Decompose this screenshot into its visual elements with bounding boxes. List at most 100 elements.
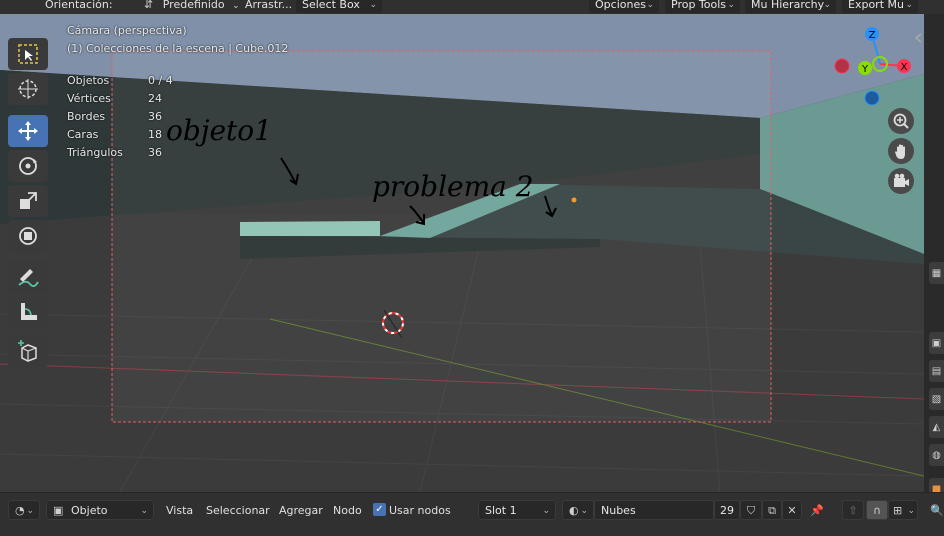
shield-icon: ⛉	[746, 504, 756, 517]
header-bar: Orientación: ⇵ Predefinido ⌄ Arrastr... …	[0, 0, 944, 14]
move-tool[interactable]	[8, 115, 48, 147]
menu-vista[interactable]: Vista	[166, 501, 193, 521]
scale-tool[interactable]	[8, 185, 48, 217]
arrow-up-icon: ⇧	[848, 504, 858, 517]
select-box-tool[interactable]	[8, 38, 48, 70]
stat-value: 24	[148, 92, 162, 105]
bottom-header: ◔ ⌄ ▣ Objeto ⌄ Vista Seleccionar Agregar…	[0, 492, 944, 536]
properties-tab-tool[interactable]: ▦	[929, 262, 944, 284]
pencil-icon	[18, 269, 39, 287]
render-icon: ▣	[931, 337, 942, 349]
properties-tab-scene[interactable]: ◭	[929, 416, 944, 438]
orientation-icon: ⇵	[144, 0, 154, 11]
properties-tab-world[interactable]: ◍	[929, 444, 944, 466]
stat-label: Bordes	[67, 110, 106, 123]
camera-view-button[interactable]	[888, 168, 914, 194]
snap-toggle[interactable]: ∩	[866, 500, 888, 520]
ruler-icon	[21, 303, 37, 320]
use-nodes-checkbox[interactable]: ✓	[373, 503, 386, 516]
slot-value: Slot 1	[485, 504, 517, 517]
mode-dropdown[interactable]: ▣ Objeto ⌄	[46, 500, 154, 520]
snap-mode-dropdown[interactable]: ⊞ ⌄	[888, 500, 918, 520]
3d-viewport[interactable]: objeto1 problema 2 Cámara (perspectiva) …	[0, 14, 924, 492]
orientation-label: Orientación:	[45, 0, 113, 11]
drag-label: Arrastr...	[245, 0, 293, 11]
stat-row: Triángulos 36	[67, 144, 173, 162]
zoom-tool-icon[interactable]: 🔍	[930, 501, 944, 521]
object-origin	[571, 197, 577, 203]
material-users-count[interactable]: 29	[714, 500, 740, 520]
chevron-down-icon: ⌄	[646, 0, 654, 10]
material-browse-button[interactable]: ◐ ⌄	[562, 500, 594, 520]
stat-label: Triángulos	[67, 146, 123, 159]
measure-tool[interactable]	[8, 296, 48, 328]
world-icon: ◍	[932, 449, 941, 461]
chevron-down-icon: ⌄	[369, 0, 377, 10]
unlink-material-button[interactable]: ✕	[782, 500, 802, 520]
chevron-down-icon: ⌄	[823, 0, 831, 10]
menu-export-mu-label: Export Mu	[848, 0, 904, 11]
transform-icon	[19, 227, 37, 245]
pan-button[interactable]	[888, 138, 914, 164]
select-mode-dropdown[interactable]: Select Box ⌄	[296, 0, 382, 13]
stats-overlay: Objetos 0 / 4 Vértices 24 Bordes 36 Caras 18…	[67, 72, 173, 162]
duplicate-material-button[interactable]: ⧉	[762, 500, 782, 520]
annotate-tool[interactable]	[8, 261, 48, 293]
menu-prop-tools-label: Prop Tools	[671, 0, 727, 11]
menu-seleccionar[interactable]: Seleccionar	[206, 501, 270, 521]
material-name-field[interactable]: Nubes	[594, 500, 714, 520]
pin-button[interactable]: 📌	[810, 501, 824, 521]
zoom-button[interactable]	[888, 108, 914, 134]
add-cube-icon	[18, 340, 37, 362]
stat-value: 18	[148, 128, 162, 141]
properties-tab-view-layer[interactable]: ▧	[929, 388, 944, 410]
pin-icon: 📌	[810, 504, 824, 517]
tool-icon: ▦	[931, 267, 942, 279]
transform-tool[interactable]	[8, 220, 48, 252]
material-name: Nubes	[601, 504, 636, 517]
stat-row: Vértices 24	[67, 90, 173, 108]
annotation-problema2: problema 2	[372, 170, 534, 203]
orientation-value: Predefinido	[162, 0, 225, 11]
menu-mu-hierarchy-label: Mu Hierarchy	[751, 0, 825, 11]
cursor-icon	[18, 79, 38, 99]
select-mode-value: Select Box	[302, 0, 360, 11]
chevron-down-icon: ⌄	[907, 506, 915, 516]
shader-editor-icon: ◔	[15, 504, 25, 517]
menu-nodo[interactable]: Nodo	[333, 501, 362, 521]
parent-node-tree-button[interactable]: ⇧	[842, 500, 864, 520]
properties-tab-render[interactable]: ▣	[929, 332, 944, 354]
properties-editor-edge: ▦ ▣ ▤ ▧ ◭ ◍ ■	[924, 14, 944, 500]
properties-tab-output[interactable]: ▤	[929, 360, 944, 382]
menu-opciones-label: Opciones	[595, 0, 646, 11]
fake-user-button[interactable]: ⛉	[740, 500, 762, 520]
hand-icon	[895, 144, 905, 159]
menu-mu-hierarchy[interactable]: Mu Hierarchy ⌄	[745, 0, 836, 13]
collection-path: (1) Colecciones de la escena | Cube.012	[67, 42, 289, 55]
gizmo-neg-x[interactable]	[834, 58, 850, 74]
cursor-tool[interactable]	[8, 73, 48, 105]
slot-dropdown[interactable]: Slot 1 ⌄	[478, 500, 556, 520]
orientation-dropdown[interactable]: ⇵ Predefinido ⌄	[144, 0, 240, 13]
gizmo-neg-z[interactable]	[864, 90, 880, 106]
search-icon: 🔍	[930, 504, 944, 517]
stat-row: Caras 18	[67, 126, 173, 144]
stat-label: Vértices	[67, 92, 111, 105]
chevron-down-icon: ⌄	[905, 0, 913, 10]
sidebar-toggle-icon[interactable]	[913, 32, 923, 44]
move-icon	[18, 121, 38, 141]
menu-export-mu[interactable]: Export Mu ⌄	[842, 0, 918, 13]
users-count-value: 29	[720, 504, 734, 517]
annotation-objeto1: objeto1	[166, 114, 272, 147]
navigation-gizmo[interactable]: Z X Y	[826, 22, 920, 116]
stat-label: Caras	[67, 128, 99, 141]
menu-prop-tools[interactable]: Prop Tools ⌄	[665, 0, 740, 13]
rotate-tool[interactable]	[8, 150, 48, 182]
magnet-icon: ∩	[872, 504, 882, 517]
chevron-down-icon: ⌄	[26, 506, 34, 516]
add-cube-tool[interactable]	[8, 335, 48, 367]
menu-opciones[interactable]: Opciones ⌄	[589, 0, 659, 13]
menu-agregar[interactable]: Agregar	[279, 501, 323, 521]
chevron-down-icon: ⌄	[580, 506, 588, 516]
editor-type-dropdown[interactable]: ◔ ⌄	[8, 500, 40, 520]
